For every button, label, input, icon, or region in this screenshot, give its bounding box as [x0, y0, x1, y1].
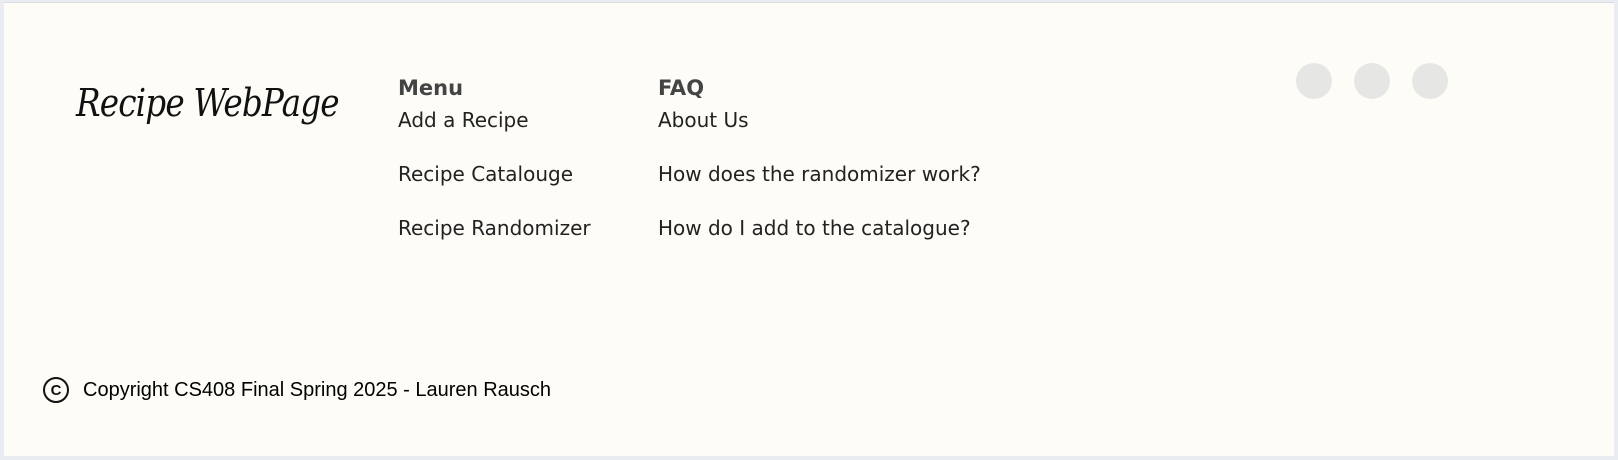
copyright-notice: C Copyright CS408 Final Spring 2025 - La…: [43, 377, 551, 403]
site-logo[interactable]: Recipe WebPage: [76, 81, 340, 125]
site-footer: Recipe WebPage Menu Add a Recipe Recipe …: [4, 2, 1614, 456]
footer-menu-column: Menu Add a Recipe Recipe Catalouge Recip…: [398, 75, 591, 269]
menu-link-recipe-catalogue[interactable]: Recipe Catalouge: [398, 161, 591, 187]
menu-heading: Menu: [398, 76, 464, 100]
social-icon[interactable]: [1296, 63, 1332, 99]
social-icon[interactable]: [1354, 63, 1390, 99]
faq-link-about-us[interactable]: About Us: [658, 107, 981, 133]
faq-links: About Us How does the randomizer work? H…: [658, 107, 981, 241]
copyright-text: Copyright CS408 Final Spring 2025 - Laur…: [83, 378, 552, 401]
faq-heading: FAQ: [658, 76, 705, 100]
faq-link-randomizer[interactable]: How does the randomizer work?: [658, 161, 981, 187]
menu-link-recipe-randomizer[interactable]: Recipe Randomizer: [398, 215, 591, 241]
copyright-icon: C: [43, 377, 69, 403]
menu-link-add-recipe[interactable]: Add a Recipe: [398, 107, 591, 133]
menu-links: Add a Recipe Recipe Catalouge Recipe Ran…: [398, 107, 591, 241]
footer-faq-column: FAQ About Us How does the randomizer wor…: [658, 75, 981, 269]
faq-link-add-to-catalogue[interactable]: How do I add to the catalogue?: [658, 215, 981, 241]
social-links: [1296, 63, 1448, 99]
social-icon[interactable]: [1412, 63, 1448, 99]
